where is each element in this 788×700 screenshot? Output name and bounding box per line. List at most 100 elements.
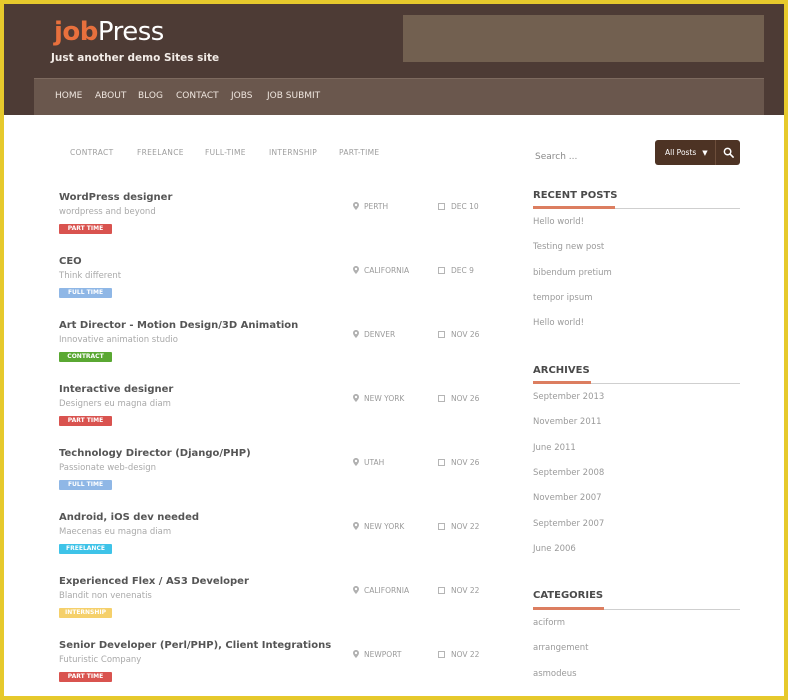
category-link[interactable]: arrangement xyxy=(533,643,589,653)
job-location-text: NEW YORK xyxy=(364,394,405,403)
job-type-badge[interactable]: PART TIME xyxy=(59,672,112,682)
job-type-badge[interactable]: FREELANCE xyxy=(59,544,112,554)
archive-link[interactable]: September 2007 xyxy=(533,519,604,529)
search-icon xyxy=(723,147,734,158)
category-link[interactable]: asmodeus xyxy=(533,669,577,679)
nav-item-contact[interactable]: CONTACT xyxy=(176,91,219,101)
job-subtitle: wordpress and beyond xyxy=(59,207,156,217)
job-title[interactable]: CEO xyxy=(59,256,82,267)
job-location: PERTH xyxy=(353,202,388,211)
widget-accent-bar xyxy=(533,381,591,384)
nav-item-jobs[interactable]: JOBS xyxy=(231,91,252,101)
job-location: NEW YORK xyxy=(353,522,404,531)
job-type-badge[interactable]: INTERNSHIP xyxy=(59,608,112,618)
archive-link[interactable]: November 2007 xyxy=(533,493,602,503)
job-type-badge[interactable]: PART TIME xyxy=(59,416,112,426)
job-type-badge[interactable]: FULL TIME xyxy=(59,288,112,298)
logo-press-text: Press xyxy=(97,17,164,47)
job-subtitle: Maecenas eu magna diam xyxy=(59,527,172,537)
job-location-text: NEWPORT xyxy=(364,650,402,659)
archive-link[interactable]: September 2013 xyxy=(533,392,604,402)
calendar-icon xyxy=(438,203,445,210)
nav-item-job-submit[interactable]: JOB SUBMIT xyxy=(267,91,320,101)
job-date-text: NOV 22 xyxy=(451,586,480,595)
widget-accent-bar xyxy=(533,206,615,209)
job-row[interactable]: Senior Developer (Perl/PHP), Client Inte… xyxy=(59,640,489,696)
job-date: NOV 26 xyxy=(438,394,479,403)
job-row[interactable]: Art Director - Motion Design/3D Animatio… xyxy=(59,320,489,380)
archive-link[interactable]: June 2006 xyxy=(533,544,576,554)
job-subtitle: Passionate web-design xyxy=(59,463,157,473)
map-pin-icon xyxy=(353,330,359,338)
nav-item-blog[interactable]: BLOG xyxy=(138,91,163,101)
calendar-icon xyxy=(438,395,445,402)
job-title[interactable]: Interactive designer xyxy=(59,384,173,395)
archive-link[interactable]: June 2011 xyxy=(533,443,576,453)
post-type-select[interactable]: All Posts ▼ xyxy=(655,140,715,165)
calendar-icon xyxy=(438,459,445,466)
job-date-text: NOV 26 xyxy=(451,458,480,467)
job-title[interactable]: Technology Director (Django/PHP) xyxy=(59,448,251,459)
archive-link[interactable]: November 2011 xyxy=(533,417,602,427)
recent-post-link[interactable]: tempor ipsum xyxy=(533,293,593,303)
job-row[interactable]: Experienced Flex / AS3 Developer Blandit… xyxy=(59,576,489,636)
job-date: DEC 9 xyxy=(438,266,474,275)
site-tagline: Just another demo Sites site xyxy=(51,52,220,64)
recent-post-link[interactable]: Testing new post xyxy=(533,242,604,252)
job-date-text: DEC 9 xyxy=(451,266,474,275)
nav-item-home[interactable]: HOME xyxy=(55,91,82,101)
job-title[interactable]: WordPress designer xyxy=(59,192,172,203)
job-location: DENVER xyxy=(353,330,395,339)
filter-freelance[interactable]: FREELANCE xyxy=(137,148,184,157)
job-title[interactable]: Art Director - Motion Design/3D Animatio… xyxy=(59,320,298,331)
job-row[interactable]: Android, iOS dev needed Maecenas eu magn… xyxy=(59,512,489,572)
job-subtitle: Innovative animation studio xyxy=(59,335,178,345)
recent-post-link[interactable]: bibendum pretium xyxy=(533,268,612,278)
job-type-badge[interactable]: PART TIME xyxy=(59,224,112,234)
job-row[interactable]: CEO Think different FULL TIME CALIFORNIA… xyxy=(59,256,489,316)
job-subtitle: Think different xyxy=(59,271,122,281)
job-row[interactable]: Interactive designer Designers eu magna … xyxy=(59,384,489,444)
archive-link[interactable]: September 2008 xyxy=(533,468,604,478)
job-date-text: DEC 10 xyxy=(451,202,479,211)
page-frame: jobPress Just another demo Sites site HO… xyxy=(4,4,784,696)
job-location-text: CALIFORNIA xyxy=(364,266,410,275)
recent-post-link[interactable]: Hello world! xyxy=(533,318,584,328)
job-location: UTAH xyxy=(353,458,384,467)
nav-item-about[interactable]: ABOUT xyxy=(95,91,126,101)
job-subtitle: Designers eu magna diam xyxy=(59,399,171,409)
main-nav: HOME ABOUT BLOG CONTACT JOBS JOB SUBMIT xyxy=(34,78,764,115)
calendar-icon xyxy=(438,587,445,594)
logo-job-text: job xyxy=(54,17,98,47)
job-row[interactable]: WordPress designer wordpress and beyond … xyxy=(59,192,489,252)
search-button[interactable] xyxy=(715,140,740,165)
recent-post-link[interactable]: Hello world! xyxy=(533,217,584,227)
calendar-icon xyxy=(438,331,445,338)
job-type-badge[interactable]: FULL TIME xyxy=(59,480,112,490)
job-row[interactable]: Technology Director (Django/PHP) Passion… xyxy=(59,448,489,508)
job-title[interactable]: Android, iOS dev needed xyxy=(59,512,199,523)
filter-full-time[interactable]: FULL-TIME xyxy=(205,148,246,157)
map-pin-icon xyxy=(353,458,359,466)
map-pin-icon xyxy=(353,650,359,658)
category-link[interactable]: aciform xyxy=(533,618,565,628)
map-pin-icon xyxy=(353,522,359,530)
job-location: NEW YORK xyxy=(353,394,404,403)
calendar-icon xyxy=(438,651,445,658)
job-type-badge[interactable]: CONTRACT xyxy=(59,352,112,362)
search-input[interactable] xyxy=(535,146,650,168)
job-location-text: PERTH xyxy=(364,202,389,211)
filter-part-time[interactable]: PART-TIME xyxy=(339,148,379,157)
filter-internship[interactable]: INTERNSHIP xyxy=(269,148,317,157)
site-logo[interactable]: jobPress xyxy=(54,16,164,48)
job-date-text: NOV 26 xyxy=(451,394,480,403)
filter-contract[interactable]: CONTRACT xyxy=(70,148,113,157)
job-location: NEWPORT xyxy=(353,650,401,659)
job-location: CALIFORNIA xyxy=(353,586,409,595)
job-title[interactable]: Senior Developer (Perl/PHP), Client Inte… xyxy=(59,640,331,651)
job-title[interactable]: Experienced Flex / AS3 Developer xyxy=(59,576,249,587)
site-header: jobPress Just another demo Sites site HO… xyxy=(4,4,784,115)
job-subtitle: Blandit non venenatis xyxy=(59,591,152,601)
job-date-text: NOV 26 xyxy=(451,330,480,339)
categories-title: CATEGORIES xyxy=(533,590,604,601)
